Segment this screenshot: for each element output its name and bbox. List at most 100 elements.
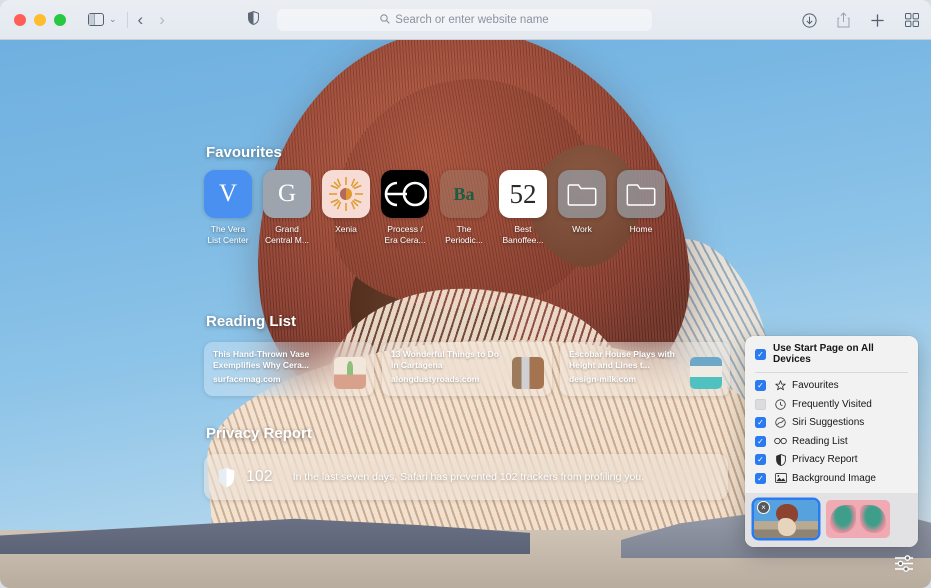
reading-list-thumbnail xyxy=(512,356,544,389)
favourites-heading: Favourites xyxy=(206,144,282,161)
option-label: Frequently Visited xyxy=(792,398,872,410)
forward-button[interactable]: › xyxy=(159,10,165,30)
reading-list-text: 13 Wonderful Things to Do in Cartagena a… xyxy=(391,349,512,396)
use-start-page-label: Use Start Page on All Devices xyxy=(773,343,874,365)
privacy-report-card[interactable]: 102 In the last seven days, Safari has p… xyxy=(204,454,728,500)
favicon-periodic-table: Ba xyxy=(440,170,488,218)
reading-list-item[interactable]: Escobar House Plays with Height and Line… xyxy=(560,342,730,396)
reading-list-domain: surfacemag.com xyxy=(213,374,281,384)
option-label: Background Image xyxy=(792,472,876,484)
folder-icon xyxy=(626,183,656,206)
toolbar-right-group xyxy=(802,0,919,40)
option-row-frequently-visited[interactable]: Frequently Visited xyxy=(745,395,918,414)
start-page-settings-popover: ✓ Use Start Page on All Devices ✓ Favour… xyxy=(745,336,918,547)
siri-suggestions-checkbox[interactable]: ✓ xyxy=(755,417,766,429)
favourite-item[interactable]: Ba The Periodic... xyxy=(440,170,488,245)
option-row-reading-list[interactable]: ✓ Reading List xyxy=(745,432,918,451)
favourite-label: Best Banoffee... xyxy=(502,224,544,245)
favourite-item[interactable]: Home xyxy=(617,170,665,245)
folder-icon-work xyxy=(558,170,606,218)
siri-icon xyxy=(774,417,787,428)
favourite-label: The Vera List Center xyxy=(207,224,249,245)
minimize-button[interactable] xyxy=(34,13,46,26)
settings-sliders-icon xyxy=(895,554,913,572)
reading-list-heading: Reading List xyxy=(206,313,297,330)
new-tab-icon[interactable] xyxy=(870,13,885,28)
close-button[interactable] xyxy=(14,13,26,26)
reading-list-text: Escobar House Plays with Height and Line… xyxy=(569,349,690,396)
reading-list-thumbnail xyxy=(690,356,722,389)
background-thumb-desert[interactable]: × xyxy=(754,499,818,538)
option-label: Reading List xyxy=(792,435,848,447)
option-label: Siri Suggestions xyxy=(792,417,865,429)
favourites-grid: V The Vera List Center G Grand Central M… xyxy=(204,170,665,245)
background-thumb-butterfly[interactable] xyxy=(826,499,890,538)
background-image-checkbox[interactable]: ✓ xyxy=(755,472,766,484)
reading-list-checkbox[interactable]: ✓ xyxy=(755,435,766,447)
start-page-settings-button[interactable] xyxy=(891,550,917,576)
favicon-best-banoffee: 52 xyxy=(499,170,547,218)
privacy-shield-icon[interactable] xyxy=(248,10,259,30)
option-row-favourites[interactable]: ✓ Favourites xyxy=(745,377,918,396)
reading-list-item[interactable]: This Hand-Thrown Vase Exemplifies Why Ce… xyxy=(204,342,374,396)
favourite-item[interactable]: G Grand Central M... xyxy=(263,170,311,245)
butterfly-wing-right-icon xyxy=(860,504,886,533)
privacy-report-heading: Privacy Report xyxy=(206,425,312,442)
share-icon[interactable] xyxy=(837,12,850,28)
sunburst-icon xyxy=(329,177,363,211)
favourite-item[interactable]: Process / Era Cera... xyxy=(381,170,429,245)
favicon-vera-list-center: V xyxy=(204,170,252,218)
option-row-background-image[interactable]: ✓ Background Image xyxy=(745,469,918,488)
zoom-button[interactable] xyxy=(54,13,66,26)
favicon-glyph: 52 xyxy=(509,178,537,209)
use-start-page-checkbox[interactable]: ✓ xyxy=(755,348,766,360)
favourite-item[interactable]: Xenia xyxy=(322,170,370,245)
option-label: Privacy Report xyxy=(792,454,858,466)
background-image-picker: × xyxy=(745,492,918,547)
favicon-glyph: V xyxy=(218,180,238,207)
folder-icon xyxy=(567,183,597,206)
favicon-xenia-sun xyxy=(322,170,370,218)
address-input[interactable]: Search or enter website name xyxy=(277,9,652,31)
favourite-label: Xenia xyxy=(335,224,357,234)
sidebar-icon[interactable] xyxy=(88,13,104,26)
favourite-label: Grand Central M... xyxy=(265,224,309,245)
option-row-privacy-report[interactable]: ✓ Privacy Report xyxy=(745,451,918,470)
use-start-page-all-devices-row[interactable]: ✓ Use Start Page on All Devices xyxy=(745,343,918,372)
favourite-label: The Periodic... xyxy=(445,224,483,245)
favourite-label: Process / Era Cera... xyxy=(384,224,426,245)
favourite-label: Home xyxy=(629,224,653,234)
option-row-siri-suggestions[interactable]: ✓ Siri Suggestions xyxy=(745,414,918,433)
reading-list-row: This Hand-Thrown Vase Exemplifies Why Ce… xyxy=(204,342,730,396)
back-button[interactable]: ‹ xyxy=(138,10,144,30)
favourites-checkbox[interactable]: ✓ xyxy=(755,380,766,392)
address-bar-group: Search or enter website name xyxy=(248,9,652,31)
downloads-icon[interactable] xyxy=(802,12,817,28)
favourite-item[interactable]: Work xyxy=(558,170,606,245)
favicon-glyph: G xyxy=(277,180,297,207)
clock-icon xyxy=(774,399,787,410)
browser-toolbar: ⌄ ‹ › Search or enter website name xyxy=(0,0,931,40)
tab-overview-icon[interactable] xyxy=(905,13,919,27)
favicon-glyph: Ba xyxy=(453,183,475,204)
shield-icon xyxy=(774,453,787,466)
sidebar-chevron-down-icon[interactable]: ⌄ xyxy=(109,14,117,25)
privacy-report-checkbox[interactable]: ✓ xyxy=(755,454,766,466)
folder-icon-home xyxy=(617,170,665,218)
reading-list-text: This Hand-Thrown Vase Exemplifies Why Ce… xyxy=(213,349,334,396)
address-placeholder: Search or enter website name xyxy=(395,14,549,26)
remove-background-icon[interactable]: × xyxy=(758,501,769,513)
reading-list-item[interactable]: 13 Wonderful Things to Do in Cartagena a… xyxy=(382,342,552,396)
option-label: Favourites xyxy=(792,380,839,392)
photo-icon xyxy=(774,473,787,484)
star-icon xyxy=(774,380,787,391)
traffic-lights xyxy=(14,13,66,26)
toolbar-divider xyxy=(126,11,128,28)
reading-list-domain: alongdustyroads.com xyxy=(391,374,480,384)
popover-options-list: ✓ Favourites Frequently Visited ✓ Siri S… xyxy=(745,373,918,493)
frequently-visited-checkbox[interactable] xyxy=(755,398,766,410)
favourite-item[interactable]: 52 Best Banoffee... xyxy=(499,170,547,245)
favourite-item[interactable]: V The Vera List Center xyxy=(204,170,252,245)
privacy-report-description: In the last seven days, Safari has preve… xyxy=(292,471,645,483)
reading-list-thumbnail xyxy=(334,356,366,389)
